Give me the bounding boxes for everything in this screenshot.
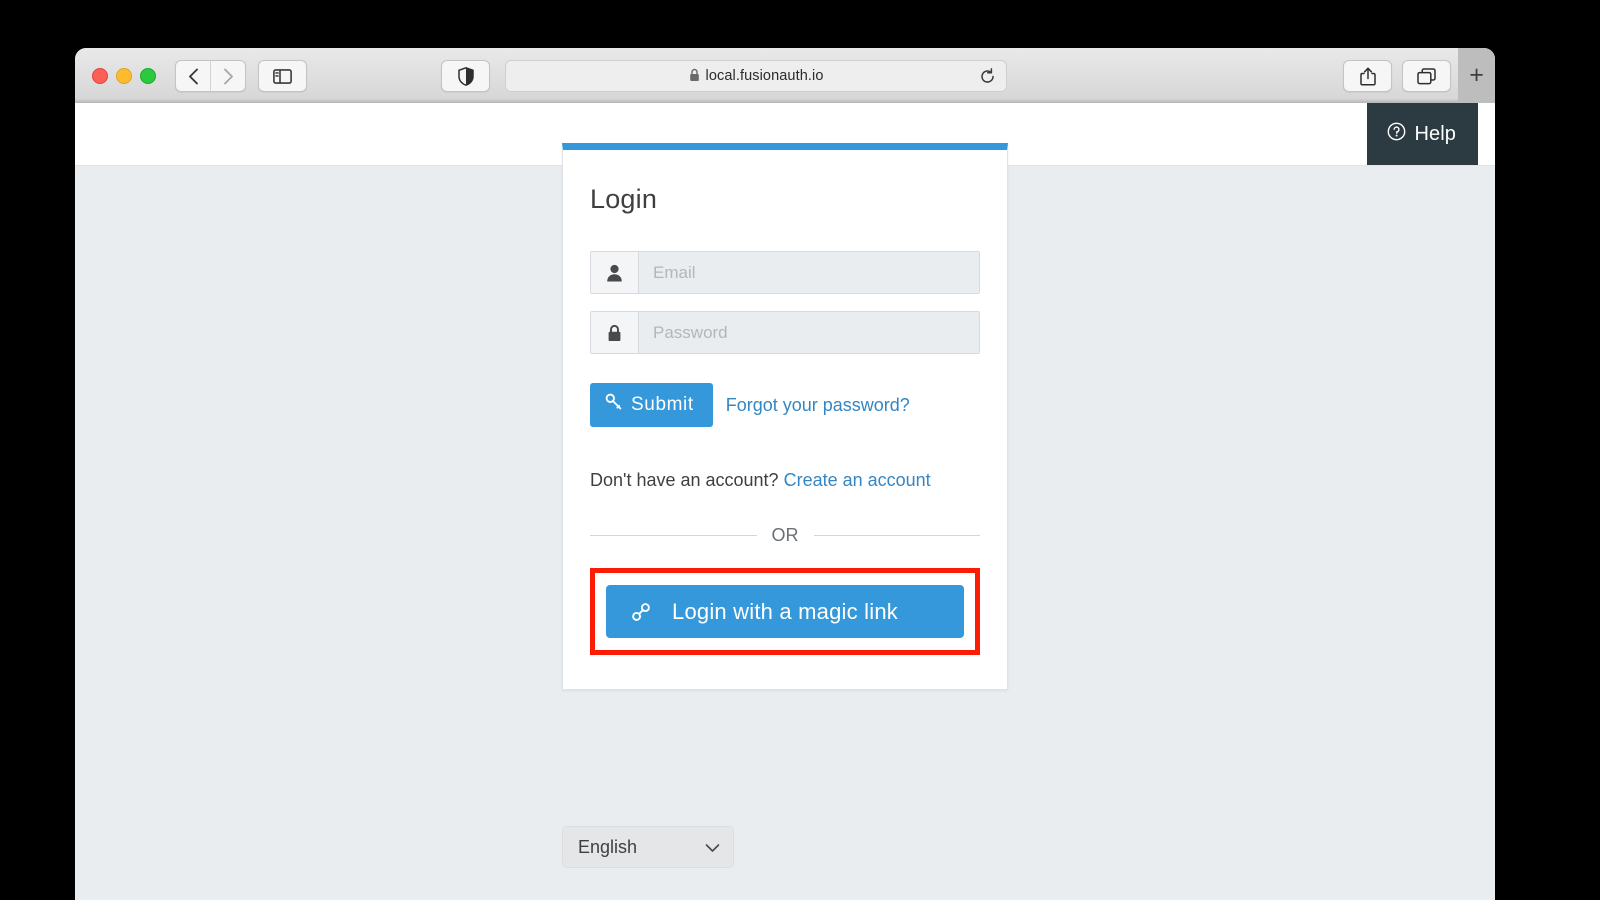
share-button[interactable] <box>1343 60 1392 92</box>
url-text-wrapper: local.fusionauth.io <box>689 68 824 84</box>
or-divider: OR <box>590 525 980 546</box>
magic-link-button[interactable]: Login with a magic link <box>606 585 964 638</box>
email-input[interactable] <box>639 252 979 293</box>
submit-label: Submit <box>631 393 694 415</box>
navigation-buttons <box>175 60 246 92</box>
or-label: OR <box>771 525 799 545</box>
minimize-window-button[interactable] <box>116 68 132 84</box>
language-value: English <box>578 836 638 857</box>
help-circle-icon <box>1387 122 1406 147</box>
maximize-window-button[interactable] <box>140 68 156 84</box>
create-account-link[interactable]: Create an account <box>784 470 931 490</box>
page-title: Login <box>590 184 658 214</box>
forgot-password-link[interactable]: Forgot your password? <box>726 395 910 416</box>
account-prompt-text: Don't have an account? <box>590 470 779 490</box>
lock-icon <box>689 68 700 82</box>
magic-link-highlight-area: Login with a magic link <box>590 568 980 655</box>
submit-button[interactable]: Submit <box>590 383 713 427</box>
password-field-group <box>590 311 980 354</box>
login-actions: Submit Forgot your password? <box>590 383 980 427</box>
help-button[interactable]: Help <box>1367 103 1478 165</box>
reload-icon[interactable] <box>978 67 996 85</box>
divider-rule-right <box>813 535 980 536</box>
key-icon <box>605 393 622 416</box>
create-account-row: Don't have an account? Create an account <box>590 470 980 491</box>
language-select[interactable]: English <box>562 826 734 868</box>
browser-toolbar: local.fusionauth.io + <box>75 48 1495 103</box>
page-content: Help Login Email Submit Forgot your pass… <box>75 103 1495 900</box>
close-window-button[interactable] <box>92 68 108 84</box>
url-text: local.fusionauth.io <box>705 68 824 84</box>
chevron-down-icon <box>705 837 720 858</box>
new-tab-button[interactable]: + <box>1458 48 1495 103</box>
link-icon <box>630 601 652 623</box>
browser-window: local.fusionauth.io + Help Login Email S… <box>75 48 1495 900</box>
divider-rule-left <box>590 535 757 536</box>
back-button[interactable] <box>176 61 210 91</box>
forward-button[interactable] <box>210 61 245 91</box>
new-tab-label: + <box>1469 61 1484 89</box>
screen: local.fusionauth.io + Help Login Email S… <box>0 0 1600 900</box>
login-card-body: Login Email Submit Forgot your password?… <box>563 150 1007 689</box>
email-field-group <box>590 251 980 294</box>
login-card: Login Email Submit Forgot your password?… <box>562 143 1008 690</box>
privacy-shield-icon[interactable] <box>441 60 490 92</box>
magic-link-label: Login with a magic link <box>672 598 898 624</box>
address-bar[interactable]: local.fusionauth.io <box>505 60 1007 92</box>
password-input[interactable] <box>639 312 979 353</box>
help-label: Help <box>1414 122 1456 145</box>
window-controls <box>92 68 156 84</box>
user-icon <box>591 252 639 293</box>
lock-icon <box>591 312 639 353</box>
sidebar-toggle-button[interactable] <box>258 60 307 92</box>
tab-overview-button[interactable] <box>1402 60 1451 92</box>
